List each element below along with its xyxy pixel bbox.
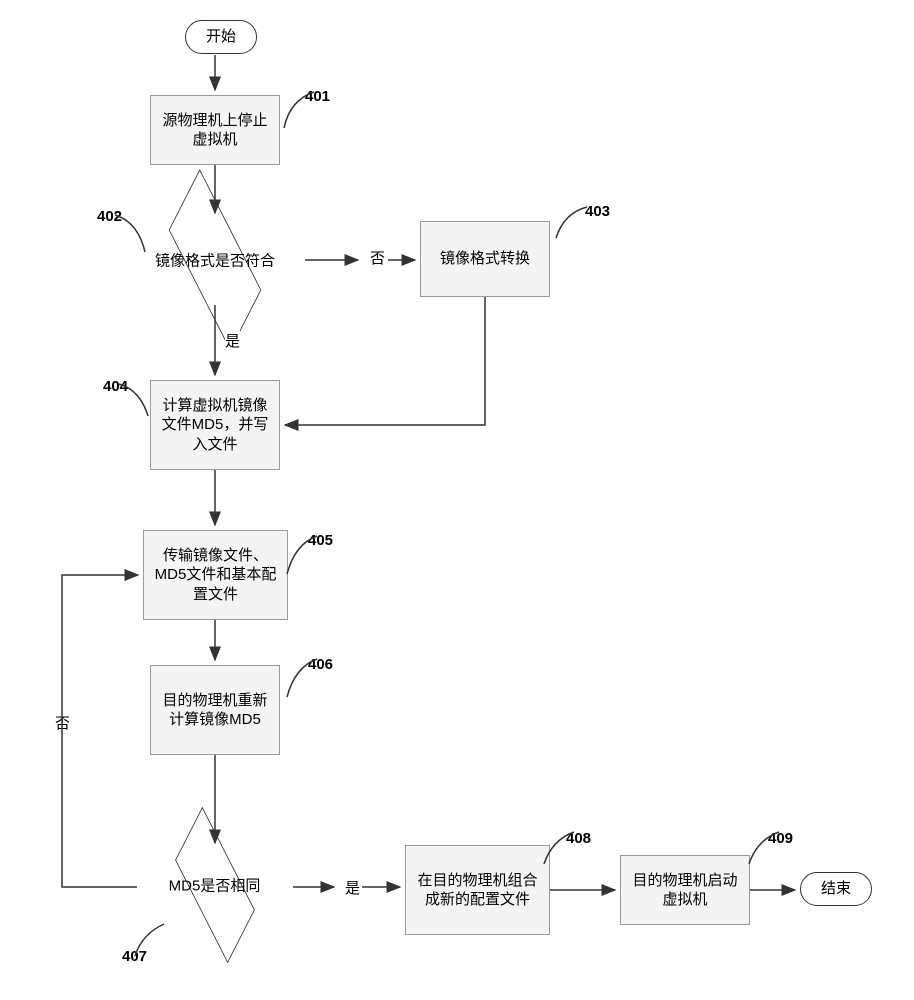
edge-407-yes: 是 (345, 877, 360, 898)
edge-402-yes: 是 (225, 330, 240, 351)
end-label: 结束 (821, 879, 851, 899)
process-408: 在目的物理机组合成新的配置文件 (405, 845, 550, 935)
process-409-text: 目的物理机启动虚拟机 (629, 871, 741, 910)
label-404: 404 (103, 378, 128, 395)
edge-407-no: 否 (55, 712, 70, 733)
label-409: 409 (768, 830, 793, 847)
decision-407-text: MD5是否相同 (137, 875, 292, 896)
label-405: 405 (308, 532, 333, 549)
process-404-text: 计算虚拟机镜像文件MD5，并写入文件 (159, 396, 271, 455)
decision-402: 镜像格式是否符合 (125, 215, 305, 305)
label-408: 408 (566, 830, 591, 847)
end-terminator: 结束 (800, 872, 872, 906)
process-405: 传输镜像文件、MD5文件和基本配置文件 (143, 530, 288, 620)
process-403: 镜像格式转换 (420, 221, 550, 297)
label-403: 403 (585, 203, 610, 220)
start-terminator: 开始 (185, 20, 257, 54)
label-407: 407 (122, 948, 147, 965)
process-409: 目的物理机启动虚拟机 (620, 855, 750, 925)
label-402: 402 (97, 208, 122, 225)
process-403-text: 镜像格式转换 (440, 249, 530, 269)
process-401: 源物理机上停止虚拟机 (150, 95, 280, 165)
edge-402-no: 否 (370, 247, 385, 268)
label-406: 406 (308, 656, 333, 673)
process-406: 目的物理机重新计算镜像MD5 (150, 665, 280, 755)
process-405-text: 传输镜像文件、MD5文件和基本配置文件 (152, 546, 279, 605)
process-404: 计算虚拟机镜像文件MD5，并写入文件 (150, 380, 280, 470)
decision-402-text: 镜像格式是否符合 (125, 250, 305, 271)
decision-407: MD5是否相同 (137, 845, 292, 925)
process-406-text: 目的物理机重新计算镜像MD5 (159, 691, 271, 730)
start-label: 开始 (206, 27, 236, 47)
process-401-text: 源物理机上停止虚拟机 (159, 111, 271, 150)
label-401: 401 (305, 88, 330, 105)
process-408-text: 在目的物理机组合成新的配置文件 (414, 871, 541, 910)
